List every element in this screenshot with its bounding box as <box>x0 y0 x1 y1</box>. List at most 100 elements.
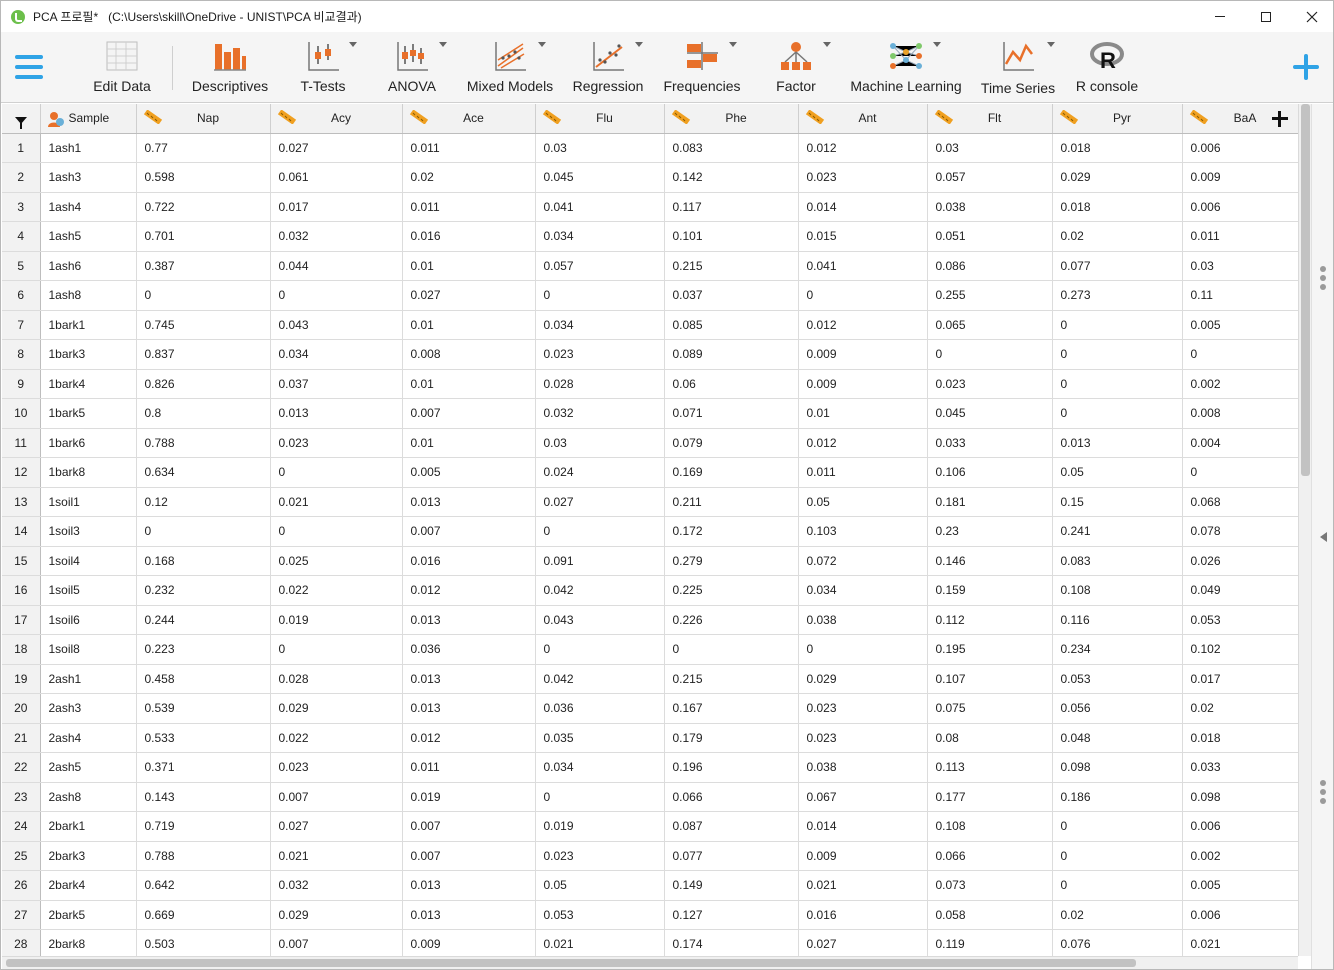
value-cell[interactable]: 0 <box>535 782 665 812</box>
value-cell[interactable]: 0.037 <box>664 280 799 311</box>
value-cell[interactable]: 0.051 <box>927 221 1053 252</box>
value-cell[interactable]: 0.012 <box>798 310 928 340</box>
column-header-phe[interactable]: Phe <box>664 104 799 134</box>
value-cell[interactable]: 0.006 <box>1182 133 1298 163</box>
value-cell[interactable]: 0.077 <box>664 841 799 871</box>
value-cell[interactable]: 0.027 <box>798 929 928 956</box>
value-cell[interactable]: 0.032 <box>270 870 403 901</box>
value-cell[interactable]: 0.225 <box>664 575 799 606</box>
table-row[interactable]: 12 1bark8 0.634 0 0.005 0.024 0.169 0.011 0.106 0… <box>2 457 1298 488</box>
value-cell[interactable]: 0.006 <box>1182 811 1298 842</box>
value-cell[interactable]: 0.078 <box>1182 516 1298 547</box>
value-cell[interactable]: 0.026 <box>1182 546 1298 576</box>
ribbon-edit-data-button[interactable]: Edit Data <box>87 38 157 98</box>
value-cell[interactable]: 0.719 <box>136 811 271 842</box>
value-cell[interactable]: 0.503 <box>136 929 271 956</box>
table-row[interactable]: 16 1soil5 0.232 0.022 0.012 0.042 0.225 0.034 0.… <box>2 575 1298 606</box>
value-cell[interactable]: 0.169 <box>664 457 799 488</box>
row-number[interactable]: 13 <box>2 487 41 517</box>
sample-cell[interactable]: 1ash3 <box>40 162 137 193</box>
table-row[interactable]: 11 1bark6 0.788 0.023 0.01 0.03 0.079 0.012 0.03… <box>2 428 1298 458</box>
value-cell[interactable]: 0.013 <box>402 693 536 724</box>
value-cell[interactable]: 0.019 <box>535 811 665 842</box>
sample-cell[interactable]: 1soil8 <box>40 634 137 665</box>
collapse-arrow-icon[interactable] <box>1320 532 1327 542</box>
value-cell[interactable]: 0.01 <box>402 310 536 340</box>
value-cell[interactable]: 0.013 <box>402 664 536 694</box>
value-cell[interactable]: 0.086 <box>927 251 1053 281</box>
ribbon-machine-learning-button[interactable]: Machine Learning <box>847 38 965 98</box>
value-cell[interactable]: 0.012 <box>798 428 928 458</box>
row-number[interactable]: 17 <box>2 605 41 635</box>
value-cell[interactable]: 0.186 <box>1052 782 1183 812</box>
value-cell[interactable]: 0.033 <box>1182 752 1298 783</box>
sample-cell[interactable]: 1ash5 <box>40 221 137 252</box>
value-cell[interactable]: 0.371 <box>136 752 271 783</box>
value-cell[interactable]: 0 <box>270 634 403 665</box>
value-cell[interactable]: 0.083 <box>664 133 799 163</box>
table-row[interactable]: 18 1soil8 0.223 0 0.036 0 0 0 0.195 0.234 0.102 <box>2 634 1298 665</box>
value-cell[interactable]: 0.042 <box>535 664 665 694</box>
value-cell[interactable]: 0 <box>136 280 271 311</box>
horizontal-scroll-thumb[interactable] <box>6 959 1136 967</box>
sample-cell[interactable]: 1bark4 <box>40 369 137 399</box>
value-cell[interactable]: 0.029 <box>270 900 403 930</box>
column-header-baa[interactable]: BaA <box>1182 104 1298 134</box>
ribbon-r-console-button[interactable]: R R console <box>1071 38 1143 98</box>
value-cell[interactable]: 0.077 <box>1052 251 1183 281</box>
value-cell[interactable]: 0.038 <box>798 605 928 635</box>
value-cell[interactable]: 0.12 <box>136 487 271 517</box>
value-cell[interactable]: 0.011 <box>402 192 536 222</box>
row-number[interactable]: 3 <box>2 192 41 222</box>
value-cell[interactable]: 0.011 <box>798 457 928 488</box>
value-cell[interactable]: 0.027 <box>535 487 665 517</box>
value-cell[interactable]: 0.533 <box>136 723 271 753</box>
table-row[interactable]: 25 2bark3 0.788 0.021 0.007 0.023 0.077 0.009 0.… <box>2 841 1298 871</box>
column-header-flu[interactable]: Flu <box>535 104 665 134</box>
value-cell[interactable]: 0.035 <box>535 723 665 753</box>
value-cell[interactable]: 0.023 <box>535 339 665 370</box>
sample-cell[interactable]: 1ash1 <box>40 133 137 163</box>
value-cell[interactable]: 0.669 <box>136 900 271 930</box>
value-cell[interactable]: 0.075 <box>927 693 1053 724</box>
table-row[interactable]: 8 1bark3 0.837 0.034 0.008 0.023 0.089 0.009 0 0 0 <box>2 339 1298 370</box>
value-cell[interactable]: 0.048 <box>1052 723 1183 753</box>
table-row[interactable]: 27 2bark5 0.669 0.029 0.013 0.053 0.127 0.016 0.… <box>2 900 1298 930</box>
value-cell[interactable]: 0 <box>1182 339 1298 370</box>
value-cell[interactable]: 0.223 <box>136 634 271 665</box>
value-cell[interactable]: 0.598 <box>136 162 271 193</box>
value-cell[interactable]: 0.023 <box>270 752 403 783</box>
table-row[interactable]: 13 1soil1 0.12 0.021 0.013 0.027 0.211 0.05 0.18… <box>2 487 1298 517</box>
value-cell[interactable]: 0.018 <box>1182 723 1298 753</box>
value-cell[interactable]: 0.027 <box>270 811 403 842</box>
row-number[interactable]: 14 <box>2 516 41 547</box>
value-cell[interactable]: 0.02 <box>1052 221 1183 252</box>
add-column-icon[interactable] <box>1271 111 1288 127</box>
value-cell[interactable]: 0.036 <box>535 693 665 724</box>
row-number[interactable]: 4 <box>2 221 41 252</box>
value-cell[interactable]: 0.108 <box>927 811 1053 842</box>
sample-cell[interactable]: 1bark1 <box>40 310 137 340</box>
row-number[interactable]: 20 <box>2 693 41 724</box>
column-header-nap[interactable]: Nap <box>136 104 271 134</box>
value-cell[interactable]: 0.159 <box>927 575 1053 606</box>
value-cell[interactable]: 0.226 <box>664 605 799 635</box>
ribbon-t-tests-button[interactable]: T-Tests <box>291 38 357 98</box>
value-cell[interactable]: 0 <box>535 280 665 311</box>
column-header-ace[interactable]: Ace <box>402 104 536 134</box>
value-cell[interactable]: 0.03 <box>535 428 665 458</box>
value-cell[interactable]: 0.034 <box>535 221 665 252</box>
value-cell[interactable]: 0.004 <box>1182 428 1298 458</box>
value-cell[interactable]: 0.146 <box>927 546 1053 576</box>
sample-cell[interactable]: 2ash1 <box>40 664 137 694</box>
value-cell[interactable]: 0.012 <box>402 575 536 606</box>
sample-cell[interactable]: 1soil5 <box>40 575 137 606</box>
value-cell[interactable]: 0 <box>270 516 403 547</box>
value-cell[interactable]: 0.029 <box>270 693 403 724</box>
vertical-scrollbar[interactable] <box>1298 104 1311 956</box>
value-cell[interactable]: 0.083 <box>1052 546 1183 576</box>
value-cell[interactable]: 0.042 <box>535 575 665 606</box>
value-cell[interactable]: 0.011 <box>402 133 536 163</box>
ribbon-factor-button[interactable]: Factor <box>767 38 831 98</box>
value-cell[interactable]: 0.024 <box>535 457 665 488</box>
